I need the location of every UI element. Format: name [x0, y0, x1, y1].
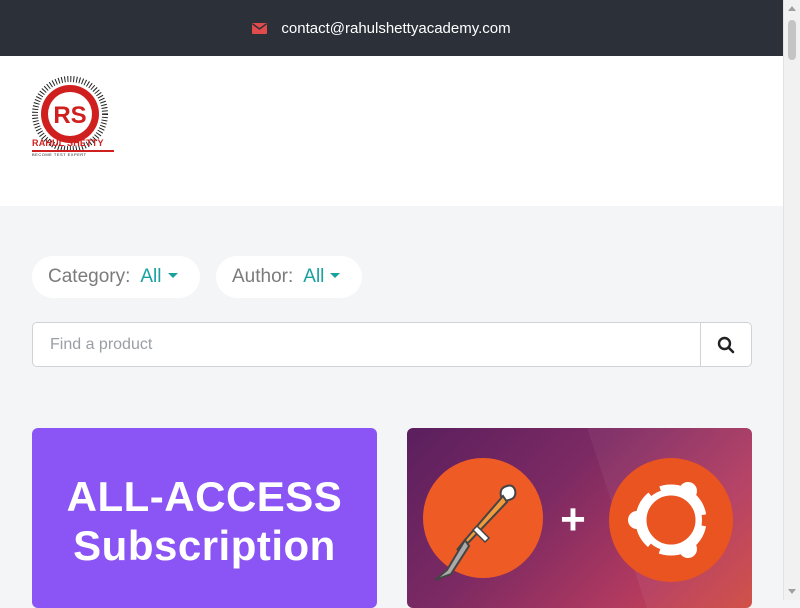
- plus-sign: +: [560, 495, 586, 544]
- author-filter-label: Author:: [232, 266, 294, 287]
- svg-text:RS: RS: [53, 102, 86, 129]
- contact-email-link[interactable]: contact@rahulshettyacademy.com: [281, 20, 510, 37]
- author-filter[interactable]: Author: All: [216, 256, 362, 298]
- brand-name: RAHUL SHETTY: [32, 138, 104, 148]
- product-card-all-access[interactable]: ALL-ACCESS Subscription: [32, 428, 377, 608]
- postman-logo-icon: [423, 458, 543, 581]
- card-title-line1: ALL-ACCESS: [66, 473, 343, 520]
- author-filter-value[interactable]: All: [303, 266, 324, 288]
- top-contact-bar: contact@rahulshettyacademy.com: [0, 0, 783, 56]
- search-icon: [717, 336, 735, 353]
- category-filter-value[interactable]: All: [140, 266, 161, 288]
- category-filter[interactable]: Category: All: [32, 256, 200, 298]
- category-filter-label: Category:: [48, 266, 131, 287]
- ubuntu-logo-icon: [609, 458, 733, 582]
- chevron-down-icon[interactable]: [330, 272, 341, 278]
- envelope-icon: [252, 21, 268, 38]
- postman-ubuntu-banner: +: [423, 428, 752, 608]
- search-input[interactable]: [33, 323, 701, 366]
- scroll-up-arrow-icon[interactable]: [788, 6, 796, 11]
- scroll-down-arrow-icon[interactable]: [788, 589, 796, 594]
- vertical-scrollbar[interactable]: [783, 0, 800, 600]
- search-button[interactable]: [701, 323, 751, 366]
- chevron-down-icon[interactable]: [167, 272, 178, 278]
- card-title-line2: Subscription: [73, 522, 336, 569]
- scrollbar-thumb[interactable]: [788, 20, 796, 60]
- brand-tagline: BECOME TEST EXPERT: [32, 152, 87, 157]
- site-header: RS RAHUL SHETTY BECOME TEST EXPERT: [0, 56, 783, 206]
- product-search: [32, 322, 752, 367]
- product-card-postman-ubuntu[interactable]: +: [407, 428, 752, 608]
